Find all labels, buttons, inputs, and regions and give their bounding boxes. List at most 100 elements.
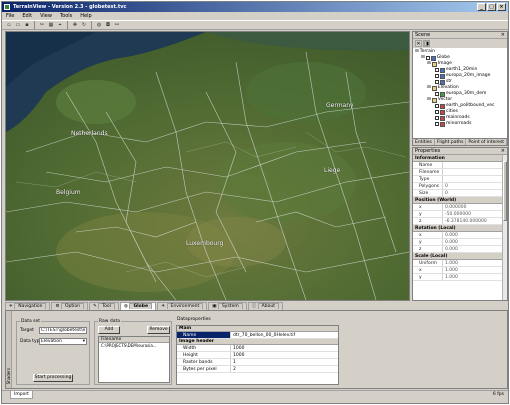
menu-edit[interactable]: Edit	[22, 12, 32, 20]
prop-value[interactable]	[443, 162, 503, 168]
delete-icon[interactable]: ✕	[415, 40, 422, 47]
prop-row[interactable]: z 0.000	[413, 246, 503, 253]
tab-globe[interactable]: ◍ Globe	[119, 302, 157, 310]
cut-icon[interactable]: ✂	[38, 21, 46, 29]
move-icon[interactable]: ✥	[71, 21, 79, 29]
collapse-icon[interactable]: ⊟	[415, 49, 419, 55]
grid-icon[interactable]: ▦	[47, 21, 55, 29]
prop-value[interactable]: 0.000	[443, 246, 503, 252]
terrain-viewport[interactable]: Netherlands Germany Belgium Luxembourg L…	[5, 31, 410, 301]
prop-value[interactable]: 0	[443, 183, 503, 189]
prop-group-information[interactable]: Information	[413, 155, 503, 162]
dp-value[interactable]: 1	[231, 359, 338, 365]
prop-row[interactable]: Filename	[413, 169, 503, 176]
menu-help[interactable]: Help	[80, 12, 91, 20]
tab-option[interactable]: ⚙ Option	[51, 302, 88, 310]
prop-row[interactable]: Name	[413, 162, 503, 169]
tab-entities[interactable]: Entities	[413, 139, 435, 145]
save-icon[interactable]: ▪	[23, 21, 31, 29]
prop-value[interactable]: 1.000	[443, 274, 503, 280]
visibility-checkbox[interactable]	[435, 92, 439, 96]
collapse-icon[interactable]: ⊟	[427, 85, 431, 91]
prop-row[interactable]: y -50.000000	[413, 211, 503, 218]
prop-row[interactable]: Polygons 0	[413, 183, 503, 190]
prop-value[interactable]: 1.000	[443, 260, 503, 266]
collapse-icon[interactable]: ⊟	[427, 61, 431, 67]
close-icon[interactable]: ×	[501, 148, 505, 155]
visibility-checkbox[interactable]	[435, 116, 439, 120]
prop-value[interactable]: -50.000000	[443, 211, 503, 217]
remove-button[interactable]: Remove	[147, 326, 170, 334]
prop-row[interactable]: x 0.000000	[413, 204, 503, 211]
tab-tool[interactable]: ✎ Tool	[88, 302, 119, 310]
raw-data-list[interactable]: Filename C:\PROJECTS\DEM\eurasia...	[98, 336, 170, 383]
dp-row[interactable]: Name dtr_70_bellon_00_0Helev.tif	[177, 332, 338, 339]
prop-value[interactable]: 0.000	[443, 232, 503, 238]
side-strip[interactable]: Shaders	[6, 311, 12, 388]
rotate-icon[interactable]: ↻	[80, 21, 88, 29]
prop-value[interactable]	[443, 176, 503, 182]
prop-row[interactable]: x 1.000	[413, 267, 503, 274]
prop-row[interactable]: Type	[413, 176, 503, 183]
tab-environment[interactable]: ☀ Environment	[157, 302, 208, 310]
dp-value[interactable]: 1000	[231, 352, 338, 358]
link-icon[interactable]: ⚯	[113, 21, 121, 29]
close-button[interactable]: ×	[497, 3, 506, 11]
close-icon[interactable]: ×	[501, 32, 505, 39]
camera-icon[interactable]: ◘	[104, 21, 112, 29]
list-item[interactable]: C:\PROJECTS\DEM\eurasia...	[99, 343, 169, 349]
visibility-checkbox[interactable]	[435, 80, 439, 84]
scrollbar-thumb[interactable]	[503, 161, 507, 221]
tab-system[interactable]: ▣ System	[208, 302, 247, 310]
prop-row[interactable]: y 0.000	[413, 239, 503, 246]
visibility-checkbox[interactable]	[435, 68, 439, 72]
visibility-checkbox[interactable]	[435, 104, 439, 108]
tab-import[interactable]: Import	[10, 391, 33, 399]
prop-value[interactable]: 0.000	[443, 239, 503, 245]
prop-value[interactable]: 0.000000	[443, 204, 503, 210]
tab-about[interactable]: ⓘ About	[247, 302, 283, 310]
dp-row[interactable]: Width 1000	[177, 345, 338, 352]
dp-value[interactable]: dtr_70_bellon_00_0Helev.tif	[231, 332, 338, 338]
visibility-checkbox[interactable]	[435, 122, 439, 126]
select-icon[interactable]: ⌖	[56, 21, 64, 29]
menu-tools[interactable]: Tools	[60, 12, 72, 20]
prop-value[interactable]: 1.000	[443, 267, 503, 273]
globe-icon[interactable]: ◍	[95, 21, 103, 29]
prop-group-position[interactable]: Position (World)	[413, 197, 503, 204]
dp-row[interactable]: Raster bands 1	[177, 359, 338, 366]
tab-navigation[interactable]: ✈ Navigation	[5, 302, 51, 310]
visibility-checkbox[interactable]	[425, 56, 430, 60]
dp-row[interactable]: Bytes per pixel 2	[177, 366, 338, 373]
dp-value[interactable]: 2	[231, 366, 338, 372]
add-button[interactable]: Add	[98, 326, 120, 334]
menu-view[interactable]: View	[40, 12, 52, 20]
minimize-button[interactable]: _	[477, 3, 486, 11]
tree-item-minorroads[interactable]: minorroads	[415, 121, 505, 127]
tab-points-of-interest[interactable]: Point of interest	[466, 139, 508, 145]
add-layer-icon[interactable]: ◨	[423, 40, 430, 47]
properties-scrollbar[interactable]	[502, 155, 507, 300]
new-file-icon[interactable]: ▫	[5, 21, 13, 29]
prop-group-scale[interactable]: Scale (Local)	[413, 253, 503, 260]
prop-row[interactable]: y 1.000	[413, 274, 503, 281]
data-type-select[interactable]: Elevation ▾	[39, 338, 87, 345]
dp-row[interactable]: Height 1000	[177, 352, 338, 359]
prop-value[interactable]: -6.378140.000000	[443, 218, 503, 224]
prop-row[interactable]: x 0.000	[413, 232, 503, 239]
collapse-icon[interactable]: ⊟	[427, 97, 431, 103]
start-processing-button[interactable]: Start processing	[33, 374, 73, 382]
open-folder-icon[interactable]: ▭	[14, 21, 22, 29]
collapse-icon[interactable]: ⊟	[421, 55, 425, 61]
dp-value[interactable]: 1000	[231, 345, 338, 351]
prop-group-rotation[interactable]: Rotation (Local)	[413, 225, 503, 232]
prop-row[interactable]: z -6.378140.000000	[413, 218, 503, 225]
visibility-checkbox[interactable]	[435, 74, 439, 78]
maximize-button[interactable]: □	[487, 3, 496, 11]
visibility-checkbox[interactable]	[435, 110, 439, 114]
target-input[interactable]: C:\TEST\globetest\e	[39, 327, 87, 334]
menu-file[interactable]: File	[6, 12, 14, 20]
prop-row[interactable]: Size 0	[413, 190, 503, 197]
tab-flight-paths[interactable]: Flight paths	[435, 139, 467, 145]
prop-value[interactable]	[443, 169, 503, 175]
